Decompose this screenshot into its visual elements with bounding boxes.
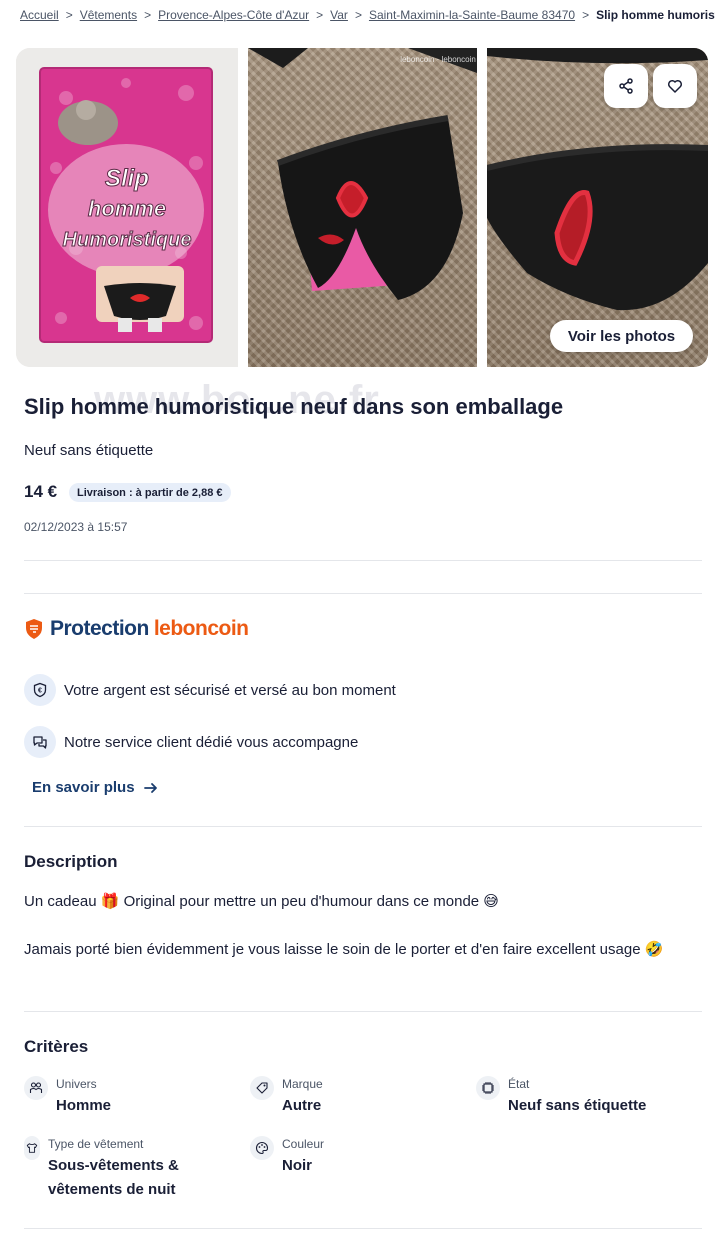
description-heading: Description xyxy=(24,852,118,871)
criterion-label: Couleur xyxy=(282,1137,325,1151)
criterion-label: État xyxy=(508,1077,530,1091)
learn-more-link[interactable]: En savoir plus xyxy=(32,779,158,796)
criterion-label: Univers xyxy=(56,1077,97,1091)
criteria-heading: Critères xyxy=(24,1037,89,1056)
delivery-badge: Livraison : à partir de 2,88 € xyxy=(69,483,231,502)
criterion-label: Type de vêtement xyxy=(48,1137,144,1151)
criterion-univers: Univers Homme xyxy=(24,1076,111,1118)
learn-more-label: En savoir plus xyxy=(32,779,135,796)
breadcrumb-link-departement[interactable]: Var xyxy=(330,8,348,22)
view-photos-button[interactable]: Voir les photos xyxy=(550,320,693,352)
palette-icon xyxy=(250,1136,274,1160)
breadcrumb-separator: > xyxy=(582,8,590,22)
divider xyxy=(24,560,702,561)
leboncoin-word: leboncoin xyxy=(153,617,249,640)
breadcrumb-link-region[interactable]: Provence-Alpes-Côte d'Azur xyxy=(158,8,309,22)
protection-feature-text: Notre service client dédié vous accompag… xyxy=(64,733,359,751)
people-icon xyxy=(24,1076,48,1100)
ad-condition: Neuf sans étiquette xyxy=(24,442,154,459)
ad-title: Slip homme humoristique neuf dans son em… xyxy=(24,394,564,419)
ad-date: 02/12/2023 à 15:57 xyxy=(24,520,128,534)
box-text-line2: homme xyxy=(88,196,166,221)
arrow-right-icon xyxy=(143,782,157,793)
share-button[interactable] xyxy=(604,64,648,108)
breadcrumb-separator: > xyxy=(65,8,73,22)
share-icon xyxy=(619,78,633,94)
chip-icon xyxy=(476,1076,500,1100)
criterion-couleur: Couleur Noir xyxy=(250,1136,324,1178)
breadcrumb-separator: > xyxy=(316,8,324,22)
ad-price: 14 € xyxy=(24,482,58,501)
criterion-value: Homme xyxy=(56,1097,112,1114)
criterion-label: Marque xyxy=(282,1077,323,1091)
divider xyxy=(24,593,702,594)
favorite-button[interactable] xyxy=(653,64,697,108)
description-paragraph-2: Jamais porté bien évidemment je vous lai… xyxy=(24,941,664,958)
breadcrumb-link-city[interactable]: Saint-Maximin-la-Sainte-Baume 83470 xyxy=(369,8,575,22)
protection-feature-text: Votre argent est sécurisé et versé au bo… xyxy=(64,681,396,699)
criterion-value: Autre xyxy=(282,1097,322,1114)
protection-word: Protection xyxy=(50,617,149,640)
divider xyxy=(24,1228,702,1229)
breadcrumb-link-vetements[interactable]: Vêtements xyxy=(80,8,137,22)
breadcrumb-link-accueil[interactable]: Accueil xyxy=(20,8,59,22)
product-box-image: Slip homme Humoristique xyxy=(16,48,238,367)
photo-watermark-tag: leboncoin · leboncoin xyxy=(400,55,476,64)
photo-1[interactable]: Slip homme Humoristique xyxy=(16,48,238,367)
breadcrumb-current: Slip homme humoristique neuf dans son em… xyxy=(596,8,715,22)
shirt-icon xyxy=(24,1136,40,1160)
chat-bubbles-icon xyxy=(24,726,56,758)
protection-feature-money: € Votre argent est sécurisé et versé au … xyxy=(24,674,396,706)
criterion-value: Noir xyxy=(282,1157,312,1174)
breadcrumb-separator: > xyxy=(354,8,362,22)
euro-shield-icon: € xyxy=(24,674,56,706)
criterion-marque: Marque Autre xyxy=(250,1076,323,1118)
box-text-line3: Humoristique xyxy=(63,229,192,251)
breadcrumb: Accueil > Vêtements > Provence-Alpes-Côte d'… xyxy=(20,8,715,26)
tag-icon xyxy=(250,1076,274,1100)
svg-text:€: € xyxy=(38,688,42,695)
divider xyxy=(24,1011,702,1012)
breadcrumb-separator: > xyxy=(144,8,152,22)
photo-2[interactable]: leboncoin · leboncoin xyxy=(248,48,477,367)
divider xyxy=(24,826,702,827)
photo-gallery: Slip homme Humoristique leboncoin · lebo… xyxy=(16,48,708,422)
description-paragraph-1: Un cadeau 🎁 Original pour mettre un peu … xyxy=(24,893,499,910)
criterion-value: Neuf sans étiquette xyxy=(508,1097,647,1114)
criterion-type-vetement: Type de vêtement Sous-vêtements & vêteme… xyxy=(24,1136,224,1202)
criterion-value: Sous-vêtements & vêtements de nuit xyxy=(48,1157,179,1198)
protection-leboncoin-logo: Protection leboncoin xyxy=(24,616,249,642)
criterion-etat: État Neuf sans étiquette xyxy=(476,1076,646,1118)
shield-icon xyxy=(26,619,42,639)
protection-feature-support: Notre service client dédié vous accompag… xyxy=(24,726,358,758)
underwear-image-1: leboncoin · leboncoin xyxy=(248,48,477,300)
heart-icon xyxy=(667,79,683,93)
box-text-line1: Slip xyxy=(105,165,149,192)
